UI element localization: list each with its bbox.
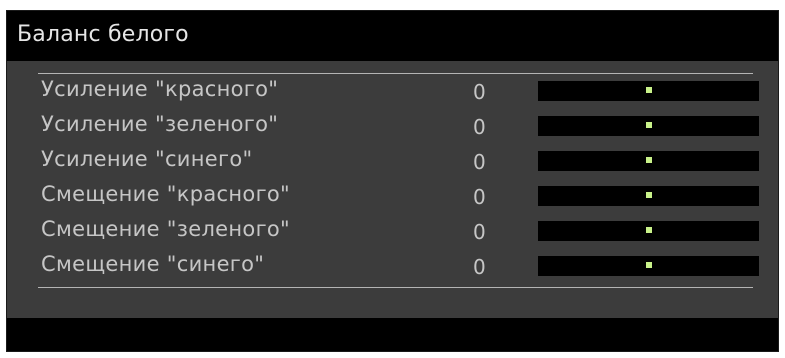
setting-row-blue-offset[interactable]: Смещение "синего" 0 [7,251,778,286]
red-gain-slider[interactable] [538,81,759,101]
setting-value: 0 [473,255,486,279]
slider-knob[interactable] [645,122,652,128]
menu-footer-bar [7,318,778,351]
red-offset-slider[interactable] [538,186,759,206]
bottom-divider [38,287,753,288]
slider-knob[interactable] [645,157,652,163]
setting-row-green-offset[interactable]: Смещение "зеленого" 0 [7,216,778,251]
setting-value: 0 [473,220,486,244]
setting-row-blue-gain[interactable]: Усиление "синего" 0 [7,146,778,181]
setting-label: Усиление "зеленого" [41,112,279,136]
setting-label: Смещение "красного" [41,182,291,206]
slider-knob[interactable] [645,227,652,233]
top-divider [38,73,753,74]
menu-title-bar: Баланс белого [7,11,778,61]
slider-knob[interactable] [645,87,652,93]
setting-label: Усиление "красного" [41,77,279,101]
blue-gain-slider[interactable] [538,151,759,171]
setting-row-red-offset[interactable]: Смещение "красного" 0 [7,181,778,216]
settings-list: Усиление "красного" 0 Усиление "зеленого… [7,76,778,286]
slider-knob[interactable] [645,262,652,268]
menu-title: Баланс белого [17,22,189,47]
setting-row-green-gain[interactable]: Усиление "зеленого" 0 [7,111,778,146]
setting-value: 0 [473,80,486,104]
blue-offset-slider[interactable] [538,256,759,276]
setting-label: Смещение "синего" [41,252,265,276]
setting-row-red-gain[interactable]: Усиление "красного" 0 [7,76,778,111]
setting-label: Усиление "синего" [41,147,253,171]
setting-value: 0 [473,115,486,139]
setting-value: 0 [473,150,486,174]
osd-menu-panel: Баланс белого Усиление "красного" 0 Усил… [6,10,779,352]
setting-label: Смещение "зеленого" [41,217,291,241]
slider-knob[interactable] [645,192,652,198]
green-offset-slider[interactable] [538,221,759,241]
green-gain-slider[interactable] [538,116,759,136]
setting-value: 0 [473,185,486,209]
